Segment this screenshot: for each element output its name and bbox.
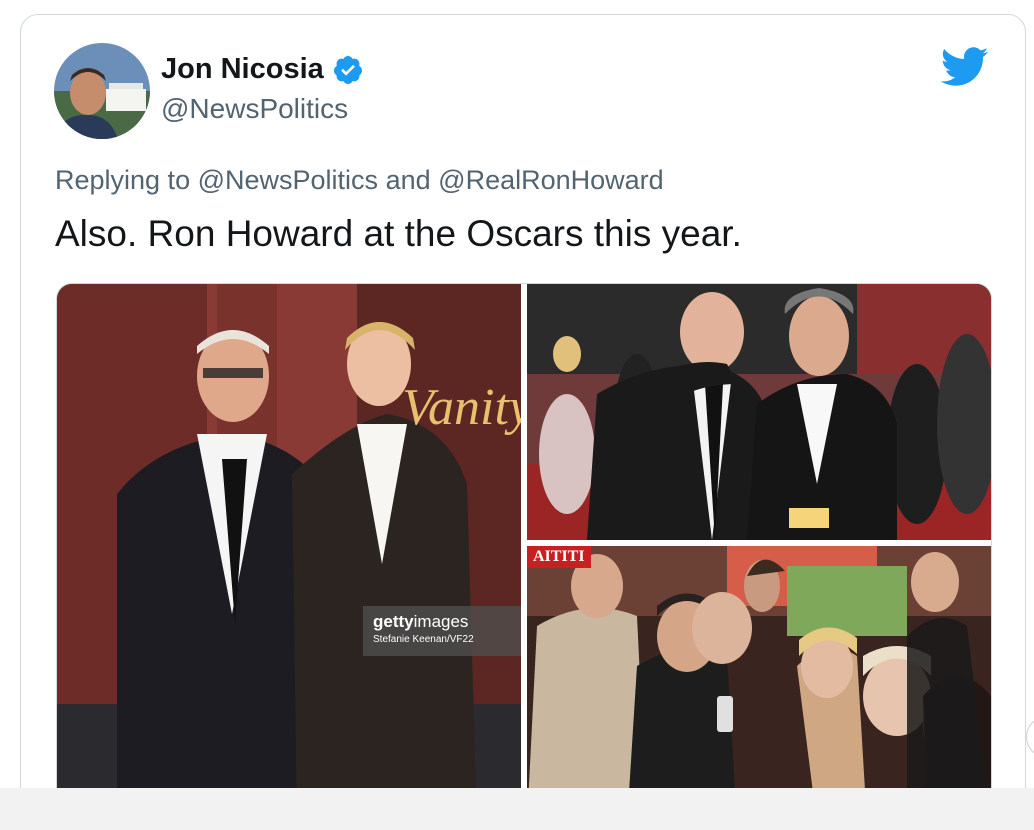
reply-prefix: Replying to [55, 165, 191, 195]
bottom-bar [0, 788, 1034, 830]
photo-1[interactable]: Vanity gettyimages Stefanie Keenan/VF22 [57, 284, 521, 815]
reply-context: Replying to @NewsPolitics and @RealRonHo… [55, 165, 664, 196]
tweet-card[interactable]: Jon Nicosia @NewsPolitics Replying to @N… [20, 14, 1026, 816]
photo-2[interactable] [527, 284, 991, 540]
media-grid: Vanity gettyimages Stefanie Keenan/VF22 [56, 283, 992, 815]
reply-and: and [385, 165, 431, 195]
watermark-credit: Stefanie Keenan/VF22 [373, 634, 474, 645]
author-row: Jon Nicosia [161, 53, 364, 86]
tweet-text: Also. Ron Howard at the Oscars this year… [55, 213, 742, 254]
watermark: gettyimages Stefanie Keenan/VF22 [363, 606, 521, 656]
sign-text: Vanity [402, 379, 521, 436]
watermark-brand-suffix: images [413, 612, 469, 631]
avatar[interactable] [54, 43, 150, 139]
banner-text: AITITI [527, 546, 591, 568]
reply-mention-link[interactable]: @NewsPolitics [198, 165, 378, 195]
verified-badge-icon [333, 55, 362, 84]
reply-mention-link[interactable]: @RealRonHoward [438, 165, 664, 195]
author-handle[interactable]: @NewsPolitics [161, 93, 348, 125]
author-name[interactable]: Jon Nicosia [161, 53, 324, 86]
twitter-bird-icon[interactable] [941, 47, 989, 87]
watermark-brand: getty [373, 612, 414, 631]
photo-3[interactable]: AITITI [527, 546, 991, 815]
